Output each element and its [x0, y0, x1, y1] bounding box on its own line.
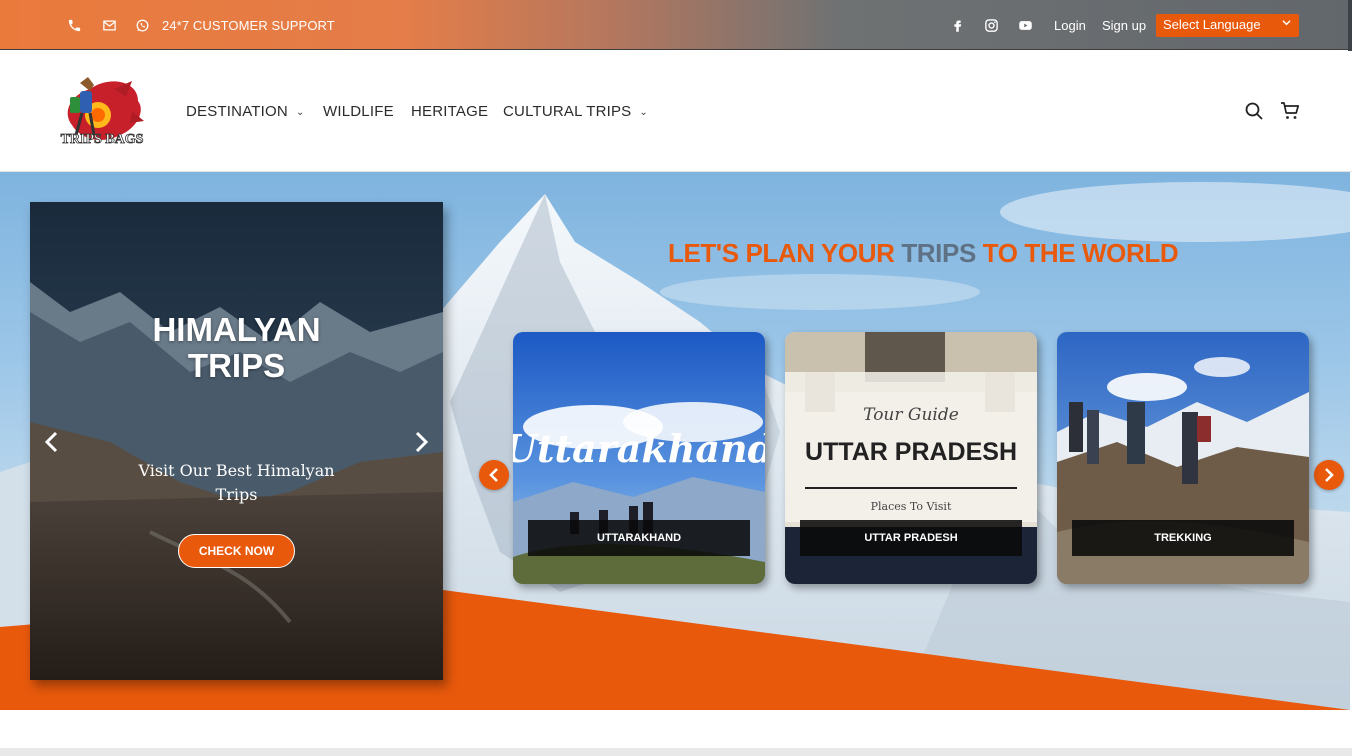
destination-card-trekking[interactable]: TREKKING [1057, 332, 1309, 584]
language-select[interactable]: Select Language [1156, 14, 1299, 37]
slide-title-line2: TRIPS [187, 347, 286, 384]
himalayan-landscape-image [30, 202, 443, 680]
svg-text:Places To Visit: Places To Visit [871, 500, 952, 513]
youtube-icon[interactable] [1017, 17, 1033, 33]
nav-wildlife-label: WILDLIFE [323, 103, 394, 120]
nav-cultural-trips-label: CULTURAL TRIPS [503, 103, 632, 120]
nav-destination-label: DESTINATION [186, 103, 288, 120]
email-icon[interactable] [101, 17, 117, 33]
customer-support-text: 24*7 CUSTOMER SUPPORT [162, 18, 335, 33]
language-select-value: Select Language [1163, 17, 1261, 32]
hero-heading-part3: TO THE WORLD [975, 238, 1179, 268]
logo-graphic: TRIPS BAGS [60, 77, 144, 147]
hero-slide: HIMALYAN TRIPS Visit Our Best Himalyan T… [30, 202, 443, 680]
hero-section: HIMALYAN TRIPS Visit Our Best Himalyan T… [0, 172, 1350, 710]
facebook-icon[interactable] [949, 17, 965, 33]
nav-destination[interactable]: DESTINATION ⌄ [186, 103, 305, 120]
page-divider [0, 748, 1352, 756]
carousel-prev-arrow-icon[interactable] [479, 460, 509, 490]
destination-label: UTTARAKHAND [528, 520, 750, 556]
search-icon[interactable] [1244, 101, 1264, 121]
destination-label: TREKKING [1072, 520, 1294, 556]
nav-wildlife[interactable]: WILDLIFE [323, 103, 394, 120]
signup-link[interactable]: Sign up [1102, 18, 1146, 33]
nav-cultural-trips[interactable]: CULTURAL TRIPS ⌄ [503, 103, 648, 120]
phone-icon[interactable] [66, 17, 82, 33]
svg-text:Uttarakhand: Uttarakhand [513, 426, 765, 471]
svg-text:TRIPS BAGS: TRIPS BAGS [61, 132, 144, 147]
destination-card-uttar-pradesh[interactable]: Tour Guide UTTAR PRADESH Places To Visit… [785, 332, 1037, 584]
slide-title: HIMALYAN TRIPS [30, 312, 443, 384]
hero-heading-part1: LET'S PLAN YOUR [668, 238, 902, 268]
svg-text:UTTAR PRADESH: UTTAR PRADESH [805, 438, 1017, 466]
instagram-icon[interactable] [983, 17, 999, 33]
cart-icon[interactable] [1280, 101, 1300, 121]
hero-heading-part2: TRIPS [901, 238, 976, 268]
chevron-down-icon [1282, 20, 1291, 26]
nav-heritage-label: HERITAGE [411, 103, 489, 120]
slide-title-line1: HIMALYAN [152, 311, 321, 348]
top-bar: 24*7 CUSTOMER SUPPORT Login Sign up Sele… [0, 0, 1352, 110]
nav-heritage[interactable]: HERITAGE [411, 103, 488, 120]
destination-label: UTTAR PRADESH [800, 520, 1022, 556]
whatsapp-icon[interactable] [134, 17, 150, 33]
destination-card-uttarakhand[interactable]: Uttarakhand UTTARAKHAND [513, 332, 765, 584]
hero-heading: LET'S PLAN YOUR TRIPS TO THE WORLD [668, 238, 1179, 269]
carousel-next-arrow-icon[interactable] [1314, 460, 1344, 490]
site-header: TRIPS BAGS DESTINATION ⌄ WILDLIFE HERITAG… [0, 51, 1352, 172]
site-logo[interactable]: TRIPS BAGS [50, 71, 154, 155]
slide-next-arrow-icon[interactable] [411, 430, 431, 454]
svg-text:Tour Guide: Tour Guide [863, 405, 959, 425]
check-now-button[interactable]: CHECK NOW [178, 534, 295, 568]
slide-prev-arrow-icon[interactable] [42, 430, 62, 454]
slide-subtitle: Visit Our Best Himalyan Trips [138, 461, 335, 504]
login-link[interactable]: Login [1054, 18, 1086, 33]
chevron-down-icon: ⌄ [295, 107, 305, 118]
chevron-down-icon: ⌄ [639, 107, 648, 118]
